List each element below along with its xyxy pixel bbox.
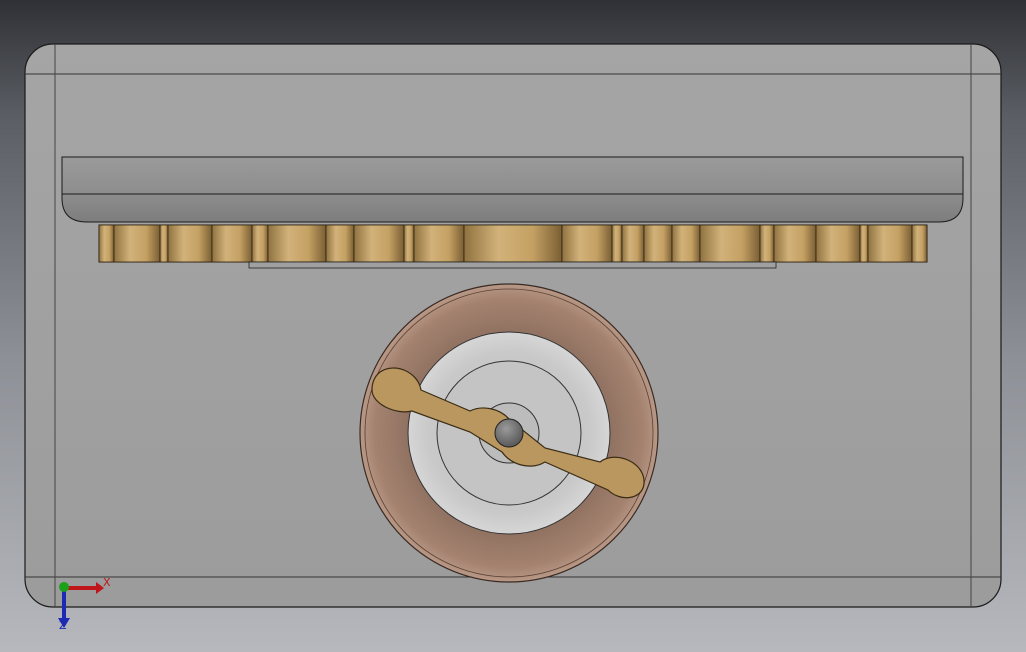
gear-rack[interactable] (98, 224, 928, 263)
gear-tooth (815, 224, 861, 263)
gear-tooth (403, 224, 415, 263)
gear-tooth (413, 224, 465, 263)
gear-tooth (561, 224, 613, 263)
gear-tooth (621, 224, 645, 263)
graphics-viewport[interactable]: X Z (0, 0, 1026, 652)
base-plate (248, 261, 777, 269)
gear-tooth (159, 224, 169, 263)
tray-slot[interactable] (61, 156, 964, 223)
triad-x-label: X (103, 576, 111, 589)
gear-tooth (671, 224, 701, 263)
gear-tooth (859, 224, 869, 263)
gear-tooth (167, 224, 213, 263)
gear-tooth (867, 224, 913, 263)
gear-tooth (911, 224, 928, 263)
gear-tooth (699, 224, 761, 263)
gear-tooth (113, 224, 161, 263)
gear-tooth (98, 224, 115, 263)
gear-tooth (267, 224, 327, 263)
gear-tooth (759, 224, 775, 263)
gear-tooth (251, 224, 269, 263)
triad-y-axis (59, 582, 69, 592)
gear-tooth (463, 224, 563, 263)
gear-tooth (353, 224, 405, 263)
triad-z-label: Z (59, 619, 67, 632)
gear-tooth (211, 224, 253, 263)
gear-tooth (325, 224, 355, 263)
gear-tooth (643, 224, 673, 263)
wheel-assembly[interactable] (359, 283, 659, 583)
gear-tooth (611, 224, 623, 263)
crank-pin[interactable] (494, 418, 524, 448)
gear-tooth (773, 224, 817, 263)
model-scene[interactable] (0, 0, 1026, 652)
